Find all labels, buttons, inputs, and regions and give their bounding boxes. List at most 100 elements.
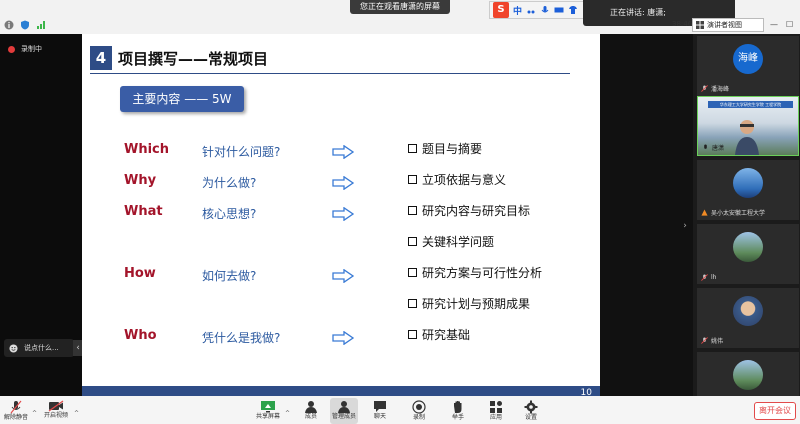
skin-icon[interactable] xyxy=(568,5,578,15)
recording-dot-icon xyxy=(8,45,15,53)
avatar xyxy=(733,360,763,390)
record-icon xyxy=(412,400,426,414)
checkbox-square-icon xyxy=(408,267,417,277)
info-icon[interactable] xyxy=(4,20,14,30)
answer-text: 研究方案与可行性分析 xyxy=(422,265,543,280)
recording-indicator[interactable]: 录制中 xyxy=(8,44,42,54)
shared-slide: 4 项目撰写——常规项目 主要内容 —— 5W Which 针对什么问题? Wh… xyxy=(82,34,600,396)
answer-item: 立项依据与意义 xyxy=(408,169,506,189)
camera-icon xyxy=(48,400,64,412)
slide-section-number: 4 xyxy=(90,46,112,70)
question-text: 针对什么问题? xyxy=(202,145,281,159)
mute-button[interactable]: 解除静音 xyxy=(2,398,30,424)
answer-text: 研究基础 xyxy=(422,327,471,342)
participant-tile[interactable]: 吴小太安徽工程大学 xyxy=(697,160,799,220)
participant-tile[interactable]: 海峰 潘海峰 xyxy=(697,36,799,96)
share-screen-button[interactable]: 共享屏幕 xyxy=(254,398,282,424)
participant-name: 姚伟 xyxy=(711,338,724,345)
apps-label: 应用 xyxy=(489,414,502,421)
avatar: 海峰 xyxy=(733,44,763,74)
screen-share-icon xyxy=(261,401,275,413)
answer-text: 研究内容与研究目标 xyxy=(422,203,531,218)
record-label: 录制 xyxy=(412,414,425,421)
manage-members-button[interactable]: 管理成员 xyxy=(330,398,358,424)
punctuation-icon[interactable] xyxy=(526,5,536,15)
arrow-right-icon xyxy=(332,207,354,221)
slide-footer-bar: 10 xyxy=(82,386,600,396)
chat-label: 聊天 xyxy=(373,413,386,420)
answer-text: 研究计划与预期成果 xyxy=(422,296,531,311)
speaker-view-button[interactable]: 演讲者视图 xyxy=(692,18,764,32)
participant-tile[interactable]: lh xyxy=(697,224,799,284)
apps-button[interactable]: 应用 xyxy=(482,398,510,424)
meeting-toolbar: 解除静音 ^ 开启视频 ^ 共享屏幕 ^ 成员 管理成员 聊天 录制 举手 应用… xyxy=(0,396,800,424)
answer-item: 研究方案与可行性分析 xyxy=(408,262,542,282)
ime-language-toggle[interactable]: 中 xyxy=(513,4,522,17)
slide-title-rule xyxy=(90,73,570,74)
members-button[interactable]: 成员 xyxy=(297,398,325,424)
mute-options-caret-icon[interactable]: ^ xyxy=(32,410,37,417)
chat-input[interactable]: 说点什么... xyxy=(4,339,74,357)
host-icon xyxy=(701,209,708,216)
checkbox-square-icon xyxy=(408,143,417,153)
person-video-icon xyxy=(735,120,759,155)
maximize-icon[interactable]: ☐ xyxy=(786,20,793,29)
checkbox-square-icon xyxy=(408,174,417,184)
question-text: 如何去做? xyxy=(202,269,257,283)
share-label: 共享屏幕 xyxy=(255,413,280,420)
screen-share-banner: 您正在观看唐潇的屏幕 xyxy=(350,0,450,14)
security-shield-icon[interactable] xyxy=(20,20,30,30)
participant-name: 潘海峰 xyxy=(711,86,730,93)
keyboard-icon[interactable] xyxy=(554,5,564,15)
gear-icon xyxy=(524,400,538,414)
slide-title: 项目撰写——常规项目 xyxy=(118,50,269,68)
chat-placeholder: 说点什么... xyxy=(24,344,59,352)
question-text: 核心思想? xyxy=(202,207,257,221)
share-options-caret-icon[interactable]: ^ xyxy=(285,410,290,417)
leave-meeting-button[interactable]: 离开会议 xyxy=(754,402,796,420)
arrow-right-icon xyxy=(332,145,354,159)
participant-tile[interactable]: 姚伟 xyxy=(697,288,799,348)
top-bar: 您正在观看唐潇的屏幕 S 中 正在讲话: 唐潇; 38:46 演讲者视图 — ☐ xyxy=(0,0,800,34)
sogou-logo-icon[interactable]: S xyxy=(493,2,509,18)
question-row: Why 为什么做? xyxy=(82,173,600,193)
manage-label: 管理成员 xyxy=(331,413,356,420)
avatar xyxy=(733,232,763,262)
microphone-icon xyxy=(10,400,22,414)
checkbox-square-icon xyxy=(408,205,417,215)
people-icon xyxy=(338,401,350,413)
mic-active-icon xyxy=(704,144,707,149)
emoji-icon[interactable] xyxy=(9,343,18,353)
record-button[interactable]: 录制 xyxy=(405,398,433,424)
answer-item: 研究内容与研究目标 xyxy=(408,200,530,220)
settings-button[interactable]: 设置 xyxy=(517,398,545,424)
question-row: Who 凭什么是我做? xyxy=(82,328,600,348)
chat-button[interactable]: 聊天 xyxy=(366,398,394,424)
speaking-label: 正在讲话: xyxy=(610,8,645,17)
participant-tile-active-speaker[interactable]: 华东理工大学研究生学院 工程学院 唐潇 xyxy=(697,96,799,156)
view-button-label: 演讲者视图 xyxy=(707,21,742,29)
question-key: Who xyxy=(124,328,157,343)
mic-muted-icon xyxy=(701,337,708,344)
slide-subtitle-pill: 主要内容 —— 5W xyxy=(120,86,244,112)
signal-strength-icon[interactable] xyxy=(36,20,46,30)
left-sidebar: 录制中 说点什么... ‹ xyxy=(0,34,83,396)
person-icon xyxy=(305,401,317,413)
reaction-label: 举手 xyxy=(451,414,464,421)
ime-toolbar[interactable]: S 中 xyxy=(489,1,597,19)
answer-item: 关键科学问题 xyxy=(408,231,494,251)
video-options-caret-icon[interactable]: ^ xyxy=(74,410,79,417)
video-button[interactable]: 开启视频 xyxy=(42,398,70,424)
minimize-icon[interactable]: — xyxy=(770,20,778,29)
expand-panel-chevron-icon[interactable]: › xyxy=(680,218,690,234)
apps-grid-icon xyxy=(490,401,502,413)
checkbox-square-icon xyxy=(408,329,417,339)
raise-hand-button[interactable]: 举手 xyxy=(444,398,472,424)
meeting-window: 您正在观看唐潇的屏幕 S 中 正在讲话: 唐潇; 38:46 演讲者视图 — ☐… xyxy=(0,0,800,424)
checkbox-square-icon xyxy=(408,236,417,246)
avatar xyxy=(733,296,763,326)
question-text: 为什么做? xyxy=(202,176,257,190)
video-label: 开启视频 xyxy=(43,412,68,419)
checkbox-square-icon xyxy=(408,298,417,308)
microphone-icon[interactable] xyxy=(540,5,550,15)
